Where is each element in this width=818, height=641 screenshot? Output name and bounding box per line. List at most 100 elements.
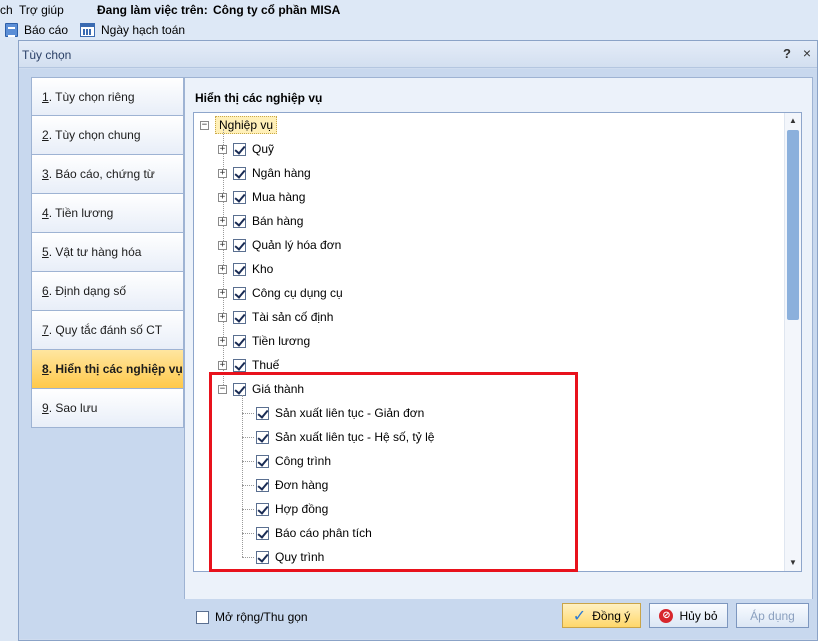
nav-item-9[interactable]: 9. Sao lưu: [31, 389, 184, 428]
item-checkbox[interactable]: [256, 550, 269, 564]
item-checkbox[interactable]: [233, 334, 246, 348]
tree-item-label: Hợp đồng: [275, 502, 329, 516]
tree-item-label: Tài sản cố định: [252, 310, 334, 324]
scroll-up-arrow-icon[interactable]: ▲: [785, 113, 801, 129]
tree-item-label: Thuế: [252, 358, 280, 372]
tree-item-label: Quản lý hóa đơn: [252, 238, 342, 252]
item-checkbox[interactable]: [233, 166, 246, 180]
apply-button[interactable]: Áp dụng: [736, 603, 809, 628]
nav-item-3[interactable]: 3. Báo cáo, chứng từ: [31, 155, 184, 194]
tree-item[interactable]: + Ngân hàng: [218, 163, 311, 183]
tree-child-item[interactable]: Sản xuất liên tục - Hệ số, tỷ lệ: [256, 427, 434, 447]
posting-date-toolbar-button[interactable]: Ngày hạch toán: [80, 22, 185, 38]
item-checkbox[interactable]: [233, 310, 246, 324]
tree-item-label: Công cụ dụng cụ: [252, 286, 343, 300]
cancel-button[interactable]: ⊘ Hủy bỏ: [649, 603, 728, 628]
tree-child-item[interactable]: Quy trình: [256, 547, 324, 567]
item-checkbox[interactable]: [233, 286, 246, 300]
expand-icon[interactable]: +: [218, 144, 227, 154]
expand-icon[interactable]: +: [218, 336, 227, 346]
tree-item[interactable]: + Quản lý hóa đơn: [218, 235, 341, 255]
expand-icon[interactable]: +: [218, 240, 227, 250]
tree-item[interactable]: + Công cụ dụng cụ: [218, 283, 343, 303]
operations-tree: − Nghiệp vụ + Quỹ + Ngân hàng + Mua hàng + Bán hà…: [193, 112, 802, 572]
nav-item-number: 5: [42, 245, 49, 259]
tree-item[interactable]: + Mua hàng: [218, 187, 305, 207]
expand-icon[interactable]: +: [218, 360, 227, 370]
nav-item-5[interactable]: 5. Vật tư hàng hóa: [31, 233, 184, 272]
tree-root-node[interactable]: − Nghiệp vụ: [200, 115, 278, 135]
item-checkbox[interactable]: [233, 382, 246, 396]
expand-icon[interactable]: +: [218, 312, 227, 322]
dialog-footer: Mở rộng/Thu gọn ✓ Đồng ý ⊘ Hủy bỏ Áp dụn…: [19, 599, 817, 639]
dialog-title-bar: Tùy chọn ? ×: [19, 41, 817, 68]
nav-item-label: . Quy tắc đánh số CT: [48, 323, 163, 337]
scroll-thumb[interactable]: [787, 130, 799, 320]
tree-item[interactable]: + Kho: [218, 259, 273, 279]
tree-child-item[interactable]: Hợp đồng: [256, 499, 328, 519]
tree-item-label: Mua hàng: [252, 190, 306, 204]
item-checkbox[interactable]: [233, 262, 246, 276]
tree-child-item[interactable]: Báo cáo phân tích: [256, 523, 372, 543]
nav-item-7[interactable]: 7. Quy tắc đánh số CT: [31, 311, 184, 350]
tree-item[interactable]: + Tiền lương: [218, 331, 310, 351]
tree-item[interactable]: + Quỹ: [218, 139, 274, 159]
tree-item[interactable]: + Thuế: [218, 355, 279, 375]
nav-item-8[interactable]: 8. Hiển thị các nghiệp vụ: [31, 350, 184, 389]
item-checkbox[interactable]: [256, 430, 269, 444]
ok-button[interactable]: ✓ Đồng ý: [562, 603, 641, 628]
tree-item-label: Sản xuất liên tục - Hệ số, tỷ lệ: [275, 430, 435, 444]
item-checkbox[interactable]: [256, 454, 269, 468]
item-checkbox[interactable]: [233, 214, 246, 228]
nav-item-1[interactable]: 1. Tùy chọn riêng: [31, 77, 184, 116]
nav-item-label: . Vật tư hàng hóa: [48, 245, 142, 259]
expand-collapse-checkbox[interactable]: Mở rộng/Thu gọn: [196, 610, 308, 624]
item-checkbox[interactable]: [256, 478, 269, 492]
scroll-down-arrow-icon[interactable]: ▼: [785, 555, 801, 571]
nav-item-4[interactable]: 4. Tiền lương: [31, 194, 184, 233]
nav-item-number: 3: [42, 167, 49, 181]
tree-branch-line: [242, 413, 254, 414]
tree-child-item[interactable]: Công trình: [256, 451, 331, 471]
item-checkbox[interactable]: [233, 190, 246, 204]
nav-item-label: . Tiền lương: [48, 206, 114, 220]
menu-item-help[interactable]: Trợ giúp: [19, 3, 64, 17]
collapse-icon[interactable]: −: [200, 120, 209, 130]
report-toolbar-button[interactable]: Báo cáo: [5, 22, 68, 38]
expand-collapse-label: Mở rộng/Thu gọn: [215, 610, 308, 624]
item-checkbox[interactable]: [256, 406, 269, 420]
tree-item[interactable]: − Giá thành: [218, 379, 304, 399]
expand-icon[interactable]: +: [218, 288, 227, 298]
help-icon[interactable]: ?: [783, 46, 791, 61]
posting-date-label: Ngày hạch toán: [101, 23, 186, 37]
close-icon[interactable]: ×: [803, 45, 811, 61]
tree-item[interactable]: + Bán hàng: [218, 211, 303, 231]
apply-label: Áp dụng: [750, 608, 795, 623]
tree-item-label: Quy trình: [275, 550, 325, 564]
item-checkbox[interactable]: [233, 358, 246, 372]
ok-label: Đồng ý: [592, 608, 631, 623]
nav-item-2[interactable]: 2. Tùy chọn chung: [31, 116, 184, 155]
nav-item-number: 8: [42, 362, 49, 376]
item-checkbox[interactable]: [233, 238, 246, 252]
tree-child-item[interactable]: Đơn hàng: [256, 475, 328, 495]
tree-scrollbar[interactable]: ▲ ▼: [784, 113, 801, 571]
nav-item-6[interactable]: 6. Định dạng số: [31, 272, 184, 311]
collapse-icon[interactable]: −: [218, 384, 227, 394]
expand-icon[interactable]: +: [218, 168, 227, 178]
item-checkbox[interactable]: [256, 502, 269, 516]
menu-item-partial[interactable]: ch: [0, 3, 13, 17]
nav-item-label: . Tùy chọn chung: [48, 128, 141, 142]
item-checkbox[interactable]: [233, 142, 246, 156]
expand-icon[interactable]: +: [218, 192, 227, 202]
tree-item[interactable]: + Tài sản cố định: [218, 307, 333, 327]
expand-icon[interactable]: +: [218, 216, 227, 226]
expand-collapse-checkbox-box[interactable]: [196, 610, 209, 624]
dialog-title: Tùy chọn: [22, 48, 72, 62]
item-checkbox[interactable]: [256, 526, 269, 540]
panel-title: Hiển thị các nghiệp vụ: [195, 91, 323, 105]
expand-icon[interactable]: +: [218, 264, 227, 274]
tree-child-item[interactable]: Sản xuất liên tục - Giản đơn: [256, 403, 424, 423]
tree-item-label: Quỹ: [252, 142, 275, 156]
tree-item-label: Kho: [252, 262, 274, 276]
